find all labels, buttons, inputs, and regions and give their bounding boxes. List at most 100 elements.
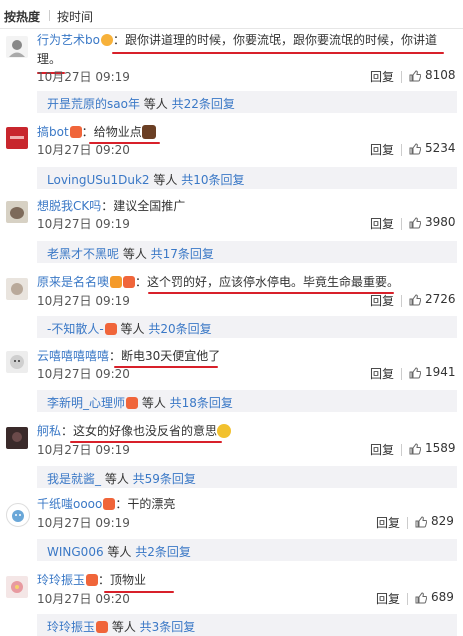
comment-date: 10月27日 09:19 [37, 217, 130, 231]
comment-content: 千纸嗤oooo ：干的漂亮 [37, 495, 455, 514]
sort-divider [49, 10, 50, 21]
comment-username[interactable]: 想脱我CK吗 [37, 199, 101, 213]
reply-button[interactable]: 回复 [370, 141, 394, 158]
replies-summary[interactable]: WING006 等人 共2条回复 [37, 539, 457, 561]
others-label: 等人 [116, 322, 149, 336]
comment-username[interactable]: 千纸嗤oooo [37, 497, 102, 511]
avatar[interactable] [6, 36, 28, 58]
action-divider [401, 144, 402, 156]
replies-summary[interactable]: 我是就酱_ 等人 共59条回复 [37, 466, 457, 488]
comment-username[interactable]: 原来是名名噢 [37, 275, 109, 289]
comment-content: 舸私：这女的好像也没反省的意思 [37, 422, 455, 441]
replies-summary[interactable]: 李新明_心理师 等人 共18条回复 [37, 390, 457, 412]
avatar-image-icon [10, 136, 24, 139]
like-count: 829 [431, 514, 454, 528]
comment-username[interactable]: 行为艺术bo [37, 33, 100, 47]
avatar[interactable] [6, 278, 28, 300]
thumbs-up-icon[interactable] [409, 217, 421, 229]
avatar[interactable] [6, 503, 30, 527]
comment-colon: ： [61, 424, 74, 438]
thumbs-up-icon[interactable] [415, 592, 427, 604]
thumbs-up-icon[interactable] [415, 516, 427, 528]
fan-badge-icon [103, 498, 116, 510]
vip-badge-icon [110, 276, 123, 288]
comment-item: 玲玲振玉 ：顶物业 10月27日 09:20 回复 689 玲玲振玉 等人 共3条… [0, 570, 463, 636]
avatar[interactable] [6, 201, 28, 223]
replies-summary[interactable]: -不知散人- 等人 共20条回复 [37, 316, 457, 338]
comment-text: 顶物业 [110, 573, 147, 587]
fan-badge-icon [96, 621, 109, 633]
reply-username[interactable]: LovingUSu1Duk2 [47, 173, 150, 187]
avatar-image-icon [10, 355, 24, 369]
comment-colon: ： [81, 125, 94, 139]
avatar[interactable] [6, 351, 28, 373]
fan-badge-icon [104, 323, 117, 335]
like-count: 689 [431, 590, 454, 604]
sort-by-time-tab[interactable]: 按时间 [57, 8, 93, 25]
reply-username[interactable]: 我是就酱_ [47, 472, 101, 486]
total-replies-link[interactable]: 共18条回复 [170, 396, 233, 410]
comment-date: 10月27日 09:19 [37, 70, 130, 84]
reply-button[interactable]: 回复 [376, 590, 400, 607]
thumbs-up-icon[interactable] [409, 143, 421, 155]
reply-username[interactable]: 开昰荒原的sao年 [47, 97, 140, 111]
total-replies-link[interactable]: 共17条回复 [151, 247, 214, 261]
comment-username[interactable]: 搞bot [37, 125, 69, 139]
comment-item: 原来是名名噢 ：这个罚的好，应该停水停电。毕竟生命最重要。 10月27日 09:1… [0, 272, 463, 344]
thumbs-up-icon[interactable] [409, 70, 421, 82]
avatar[interactable] [6, 127, 28, 149]
sort-by-hot-tab[interactable]: 按热度 [4, 8, 40, 25]
comment-colon: ： [135, 275, 148, 289]
comment-date: 10月27日 09:19 [37, 443, 130, 457]
comment-username[interactable]: 玲玲振玉 [37, 573, 85, 587]
comment-username[interactable]: 舸私 [37, 424, 61, 438]
action-divider [401, 218, 402, 230]
action-divider [401, 71, 402, 83]
action-divider [407, 593, 408, 605]
thumbs-up-icon[interactable] [409, 443, 421, 455]
avatar[interactable] [6, 576, 28, 598]
like-count: 1941 [425, 365, 456, 379]
reply-username[interactable]: WING006 [47, 545, 104, 559]
reply-button[interactable]: 回复 [370, 441, 394, 458]
thumbs-up-icon[interactable] [409, 294, 421, 306]
avatar[interactable] [6, 427, 28, 449]
action-divider [407, 517, 408, 529]
avatar-image-icon [11, 283, 23, 295]
comment-date: 10月27日 09:20 [37, 592, 130, 606]
replies-summary[interactable]: 开昰荒原的sao年 等人 共22条回复 [37, 91, 457, 113]
fan-badge-icon [86, 574, 99, 586]
comment-content: 云嘻嘻嘻嘻嘻：断电30天便宜他了 [37, 347, 455, 366]
like-count: 2726 [425, 292, 456, 306]
reply-username[interactable]: 李新明_心理师 [47, 396, 125, 410]
comment-item: 千纸嗤oooo ：干的漂亮 10月27日 09:19 回复 829 WING006… [0, 494, 463, 564]
like-count: 3980 [425, 215, 456, 229]
replies-summary[interactable]: 老黑才不黑呢 等人 共17条回复 [37, 241, 457, 263]
reply-username[interactable]: 玲玲振玉 [47, 620, 95, 634]
reply-button[interactable]: 回复 [370, 292, 394, 309]
comment-text: 断电30天便宜他了 [121, 349, 221, 363]
total-replies-link[interactable]: 共20条回复 [148, 322, 211, 336]
others-label: 等人 [108, 620, 140, 634]
total-replies-link[interactable]: 共10条回复 [181, 173, 244, 187]
thumbs-up-icon[interactable] [409, 367, 421, 379]
reply-button[interactable]: 回复 [370, 68, 394, 85]
comment-username[interactable]: 云嘻嘻嘻嘻嘻 [37, 349, 109, 363]
total-replies-link[interactable]: 共2条回复 [135, 545, 191, 559]
vip-badge-icon [69, 126, 82, 138]
comment-item: 云嘻嘻嘻嘻嘻：断电30天便宜他了 10月27日 09:20 回复 1941 李新… [0, 346, 463, 416]
total-replies-link[interactable]: 共22条回复 [172, 97, 235, 111]
fan-badge-icon [123, 276, 136, 288]
total-replies-link[interactable]: 共59条回复 [133, 472, 196, 486]
reply-button[interactable]: 回复 [376, 514, 400, 531]
reply-username[interactable]: -不知散人- [47, 322, 104, 336]
reply-username[interactable]: 老黑才不黑呢 [47, 247, 119, 261]
reply-button[interactable]: 回复 [370, 365, 394, 382]
replies-summary[interactable]: 玲玲振玉 等人 共3条回复 [37, 614, 457, 636]
replies-summary[interactable]: LovingUSu1Duk2 等人 共10条回复 [37, 167, 457, 189]
avatar-image-icon [11, 581, 23, 593]
total-replies-link[interactable]: 共3条回复 [140, 620, 196, 634]
reply-button[interactable]: 回复 [370, 215, 394, 232]
comment-text: 给物业点 [93, 125, 142, 139]
member-crown-icon [100, 34, 113, 46]
